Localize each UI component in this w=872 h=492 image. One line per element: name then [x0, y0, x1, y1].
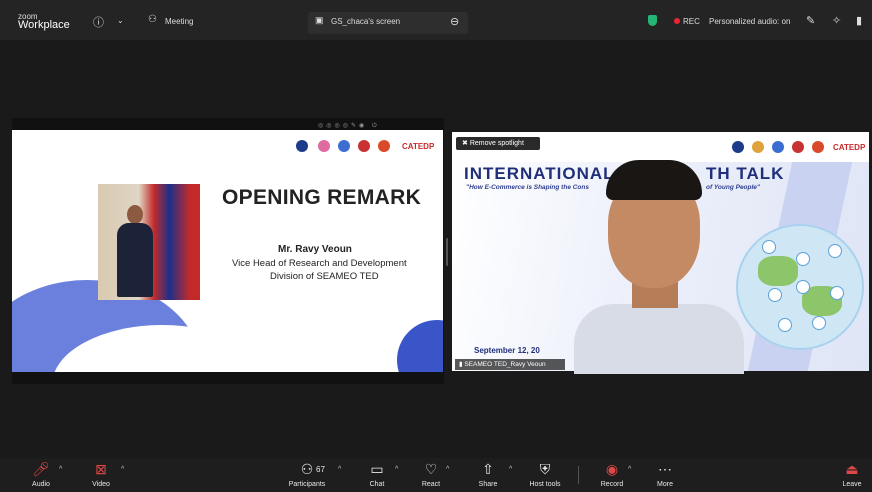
slide-heading: OPENING REMARK	[222, 186, 422, 209]
participant-figure	[574, 158, 744, 374]
participant-hair	[606, 160, 702, 200]
avatar-icon	[768, 288, 782, 302]
participant-name: SEAMEO TED_Ravy Veoun	[464, 361, 546, 368]
chevron-down-icon[interactable]: ⌄	[117, 16, 124, 25]
speaker-figure	[117, 205, 153, 297]
toolbar-separator	[578, 466, 579, 484]
chat-button[interactable]: ▭ Chat	[366, 460, 388, 488]
screen-owner-avatar-icon: ▣	[315, 15, 324, 25]
brand-logo: CATEDP	[833, 143, 866, 152]
slide-subtitle-left: "How E-Commerce is Shaping the Cons	[466, 184, 589, 191]
more-label: More	[657, 481, 673, 488]
partner-logo-icon	[318, 140, 330, 152]
audio-button[interactable]: 🎤︎ Audio	[28, 460, 54, 488]
video-options-chevron-icon[interactable]: ^	[121, 466, 124, 473]
partner-logo-icon	[296, 140, 308, 152]
microphone-muted-icon: 🎤︎	[32, 461, 50, 477]
avatar-icon	[830, 286, 844, 300]
record-label: Record	[600, 481, 624, 488]
participant-name-tag: ▮ SEAMEO TED_Ravy Veoun	[455, 359, 565, 370]
leave-icon: ⏏	[845, 461, 859, 477]
shield-icon[interactable]	[648, 15, 657, 26]
speaker-role-line2: Division of SEAMEO TED	[270, 271, 379, 282]
info-icon[interactable]: ⓘ	[93, 14, 104, 30]
brand-logo: CATEDP	[402, 142, 435, 151]
partner-logo-icon	[378, 140, 390, 152]
remove-spotlight-button[interactable]: ✖ Remove spotlight	[456, 137, 540, 150]
partner-logo-icon	[338, 140, 350, 152]
heart-icon: ♡	[424, 461, 438, 477]
annotate-icon[interactable]: ✎	[806, 14, 815, 27]
share-controls-icon[interactable]: ◎◎◎◎✎◉ ⏻	[318, 122, 380, 130]
react-label: React	[421, 481, 441, 488]
avatar-icon	[796, 280, 810, 294]
host-tools-label: Host tools	[529, 481, 561, 488]
speaker-head	[127, 205, 143, 224]
video-label: Video	[92, 481, 110, 488]
pane-resize-handle[interactable]	[446, 238, 448, 266]
globe-illustration	[736, 224, 864, 350]
partner-logo-icon	[772, 141, 784, 153]
pin-icon: ✖	[462, 140, 470, 147]
slide-decoration	[397, 320, 443, 372]
chat-label: Chat	[369, 481, 385, 488]
video-button[interactable]: ⊠ Video	[88, 460, 114, 488]
participants-label: Participants	[288, 481, 326, 488]
logo-bottom: Workplace	[18, 19, 70, 31]
partner-logo-icon	[752, 141, 764, 153]
audio-label: Audio	[32, 481, 50, 488]
avatar-icon	[762, 240, 776, 254]
remove-spotlight-label: Remove spotlight	[469, 140, 524, 147]
participant-shirt	[574, 304, 744, 374]
personalized-audio-label[interactable]: Personalized audio: on	[709, 17, 790, 26]
participant-count: 67	[316, 465, 325, 474]
zoom-logo: zoom Workplace	[18, 12, 70, 31]
partner-logo-icon	[358, 140, 370, 152]
layout-icon[interactable]: ▮	[856, 14, 862, 27]
audio-options-chevron-icon[interactable]: ^	[59, 466, 62, 473]
record-icon: ◉	[605, 461, 619, 477]
avatar-icon	[812, 316, 826, 330]
speaker-body	[117, 223, 153, 297]
video-off-icon: ⊠	[95, 461, 107, 477]
rec-label: REC	[683, 17, 700, 26]
speaker-name: Mr. Ravy Veoun	[278, 244, 352, 255]
leave-button[interactable]: ⏏ Leave	[840, 460, 864, 488]
record-options-chevron-icon[interactable]: ^	[628, 466, 631, 473]
speaker-role-line1: Vice Head of Research and Development	[232, 258, 407, 269]
meeting-label[interactable]: Meeting	[165, 17, 193, 26]
globe-land	[758, 256, 798, 286]
partner-logo-icon	[812, 141, 824, 153]
host-tools-button[interactable]: ⛨ Host tools	[526, 460, 564, 488]
share-label: Share	[478, 481, 498, 488]
react-options-chevron-icon[interactable]: ^	[446, 466, 449, 473]
opening-slide	[12, 130, 443, 372]
screen-share-label: GS_chaca's screen	[331, 17, 401, 26]
host-shield-icon: ⛨	[539, 461, 551, 477]
chat-options-chevron-icon[interactable]: ^	[395, 466, 398, 473]
partner-logo-icon	[732, 141, 744, 153]
record-indicator-icon	[674, 18, 680, 24]
participants-options-chevron-icon[interactable]: ^	[338, 466, 341, 473]
view-options-icon[interactable]: ⊖	[450, 15, 459, 28]
chat-icon: ▭	[370, 461, 384, 477]
slide-date: September 12, 20	[474, 346, 540, 355]
react-button[interactable]: ♡ React	[420, 460, 442, 488]
avatar-icon	[778, 318, 792, 332]
share-options-chevron-icon[interactable]: ^	[509, 466, 512, 473]
partner-logo-icon	[792, 141, 804, 153]
share-button[interactable]: ⇧ Share	[477, 460, 499, 488]
meeting-icon: ⚇	[148, 14, 157, 25]
avatar-icon	[828, 244, 842, 258]
leave-label: Leave	[842, 481, 862, 488]
record-button[interactable]: ◉ Record	[598, 460, 626, 488]
effects-icon[interactable]: ✧	[832, 14, 841, 27]
more-icon: ⋯	[658, 461, 672, 477]
share-screen-icon: ⇧	[482, 461, 494, 477]
more-button[interactable]: ⋯ More	[653, 460, 677, 488]
avatar-icon	[796, 252, 810, 266]
